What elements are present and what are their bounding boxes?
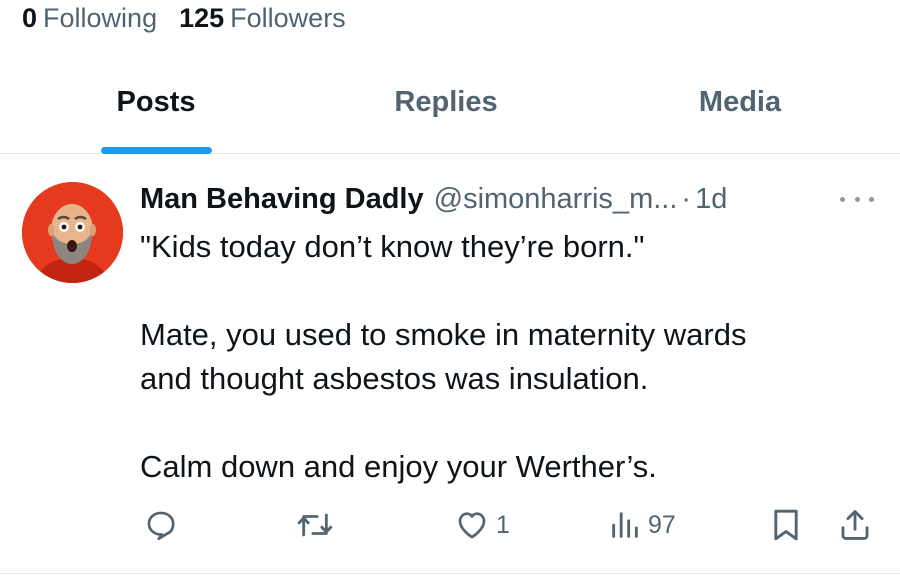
post-line: Mate, you used to smoke in maternity war… <box>140 317 747 352</box>
avatar-face-icon <box>22 182 123 283</box>
views-count: 97 <box>648 510 676 539</box>
following-count: 0 <box>22 2 38 33</box>
post-author-name[interactable]: Man Behaving Dadly <box>140 183 424 216</box>
profile-tabs: Posts Replies Media <box>0 72 900 154</box>
like-count: 1 <box>496 510 510 539</box>
post-line-blank <box>140 401 880 445</box>
ellipsis-dot <box>840 196 845 202</box>
follow-stats: 0 Following 125 Followers <box>22 2 346 34</box>
avatar[interactable] <box>22 182 123 283</box>
following-link[interactable]: 0 Following <box>22 3 157 34</box>
followers-link[interactable]: 125 Followers <box>179 3 346 34</box>
ellipsis-dot <box>854 196 860 202</box>
ellipsis-icon[interactable] <box>836 185 878 213</box>
following-label: Following <box>43 2 158 33</box>
post[interactable]: Man Behaving Dadly @simonharris_m... · 1… <box>0 155 900 575</box>
followers-label: Followers <box>230 2 346 33</box>
post-timestamp[interactable]: 1d <box>695 183 727 216</box>
ellipsis-dot <box>869 196 874 202</box>
post-line-blank <box>140 269 880 313</box>
header-separator: · <box>681 182 692 215</box>
active-tab-indicator <box>101 147 212 154</box>
views-button[interactable]: 97 <box>608 500 676 550</box>
share-button[interactable] <box>838 500 872 550</box>
post-line: and thought asbestos was insulation. <box>140 361 649 396</box>
tab-replies[interactable]: Replies <box>394 86 497 119</box>
followers-count: 125 <box>179 2 225 33</box>
post-actions: 1 97 <box>0 500 900 550</box>
bookmark-icon <box>774 509 798 541</box>
like-button[interactable]: 1 <box>454 500 510 550</box>
repost-button[interactable] <box>296 500 334 550</box>
share-upload-icon <box>841 510 869 540</box>
post-line: Calm down and enjoy your Werther’s. <box>140 449 657 484</box>
reply-button[interactable] <box>144 500 178 550</box>
post-divider <box>0 573 900 574</box>
post-line: "Kids today don’t know they’re born." <box>140 229 645 264</box>
speech-bubble-icon <box>147 511 175 541</box>
post-header: Man Behaving Dadly @simonharris_m... · 1… <box>140 179 727 219</box>
post-body: "Kids today don’t know they’re born." Ma… <box>140 225 880 489</box>
post-author-handle[interactable]: @simonharris_m... <box>434 183 678 216</box>
tab-media[interactable]: Media <box>699 86 781 119</box>
tab-posts[interactable]: Posts <box>117 86 196 119</box>
heart-icon <box>458 512 486 539</box>
bookmark-button[interactable] <box>770 500 802 550</box>
repost-arrows-icon <box>297 513 333 537</box>
bar-chart-icon <box>612 512 638 538</box>
